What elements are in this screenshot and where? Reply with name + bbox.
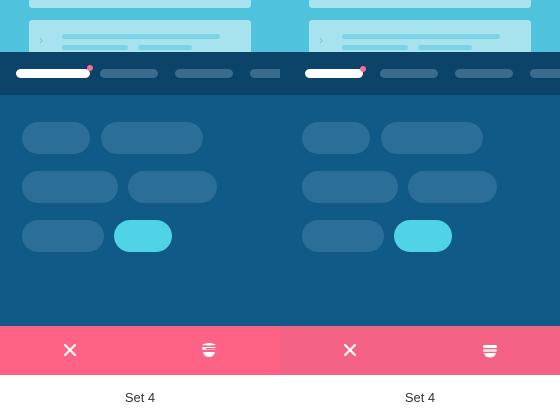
preview-card [309,0,531,8]
close-button[interactable] [338,338,362,362]
filter-chip[interactable] [302,122,370,154]
filter-chip[interactable] [302,171,398,203]
filter-chip-selected[interactable] [394,220,452,252]
chip-group [280,95,560,326]
tab-item[interactable] [455,69,513,78]
filter-chip-selected[interactable] [114,220,172,252]
panel-caption: Set 4 [280,375,560,413]
filter-chip[interactable] [128,171,217,203]
notification-dot [87,65,93,71]
preview-card [29,0,251,8]
filter-icon [483,345,497,358]
action-bar [0,326,280,375]
filter-icon [202,343,216,357]
apply-filter-button[interactable] [478,338,502,362]
chip-group [0,95,280,326]
text-placeholder [62,45,128,50]
filter-chip[interactable] [302,220,384,252]
text-placeholder [138,45,192,50]
text-placeholder [62,34,220,39]
tab-item[interactable] [175,69,233,78]
text-placeholder [342,45,408,50]
tab-active[interactable] [305,69,363,78]
tab-bar [0,52,280,95]
filter-chip[interactable] [101,122,203,154]
action-bar [280,326,560,375]
filter-chip[interactable] [381,122,483,154]
tab-item[interactable] [250,69,280,78]
panel-left: › Set 4 [0,0,280,413]
tab-bar [280,52,560,95]
text-placeholder [418,45,472,50]
tab-item[interactable] [100,69,158,78]
tab-item[interactable] [380,69,438,78]
chevron-right-icon: › [319,33,323,47]
filter-chip[interactable] [22,220,104,252]
tab-item[interactable] [530,69,560,78]
panel-caption: Set 4 [0,375,280,413]
filter-chip[interactable] [408,171,497,203]
filter-chip[interactable] [22,171,118,203]
content-preview: › [0,0,280,60]
close-icon [63,343,77,357]
apply-filter-button[interactable] [197,338,221,362]
filter-chip[interactable] [22,122,90,154]
close-button[interactable] [58,338,82,362]
chevron-right-icon: › [39,33,43,47]
content-preview: › [280,0,560,60]
close-icon [343,343,357,357]
panel-right: › Set 4 [280,0,560,413]
notification-dot [360,66,366,72]
tab-active[interactable] [16,69,90,78]
text-placeholder [342,34,500,39]
comparison-view: › Set 4 › Set 4 [0,0,560,413]
